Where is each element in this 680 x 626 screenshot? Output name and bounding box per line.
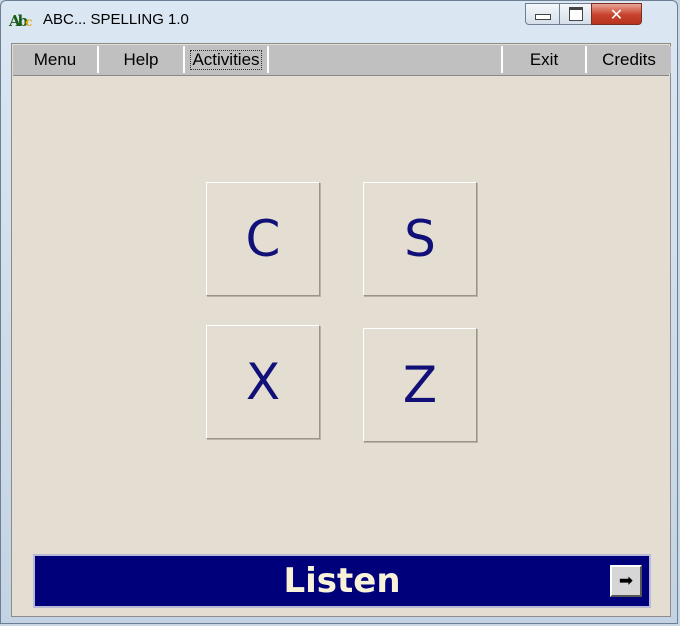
next-arrow-button[interactable]: ➡ [610,565,642,597]
client-area: Menu Help Activities Exit Credits C S X … [11,43,671,617]
credits-button[interactable]: Credits [587,46,671,73]
menu-button[interactable]: Menu [13,46,99,73]
title-bar[interactable]: Abc ABC... SPELLING 1.0 ✕ [1,1,677,39]
credits-label: Credits [602,49,656,69]
exit-button[interactable]: Exit [501,46,587,73]
abc-app-icon: Abc [9,9,35,33]
maximize-icon [568,7,583,21]
right-arrow-icon: ➡ [618,571,634,590]
letter-tile-z[interactable]: Z [363,328,477,442]
exit-label: Exit [529,49,559,69]
icon-text: Ab [9,12,28,30]
window-title: ABC... SPELLING 1.0 [43,11,189,28]
minimize-icon [534,14,551,20]
close-icon: ✕ [609,4,624,24]
letter-tile-c[interactable]: C [206,182,320,296]
menu-label: Menu [33,49,77,69]
close-button[interactable]: ✕ [591,3,642,25]
minimize-button[interactable] [525,3,560,25]
activities-button[interactable]: Activities [185,46,269,73]
icon-sub-text: c [25,15,33,29]
menu-bar: Menu Help Activities Exit Credits [13,45,671,76]
help-button[interactable]: Help [99,46,185,73]
letter-tile-s[interactable]: S [363,182,477,296]
help-label: Help [123,49,159,69]
activities-label: Activities [190,49,262,70]
listen-label: Listen [283,561,401,601]
listen-button[interactable]: Listen ➡ [33,554,651,608]
app-window: Abc ABC... SPELLING 1.0 ✕ Menu Help Acti… [0,0,678,624]
letter-tile-x[interactable]: X [206,325,320,439]
maximize-button[interactable] [559,3,592,25]
